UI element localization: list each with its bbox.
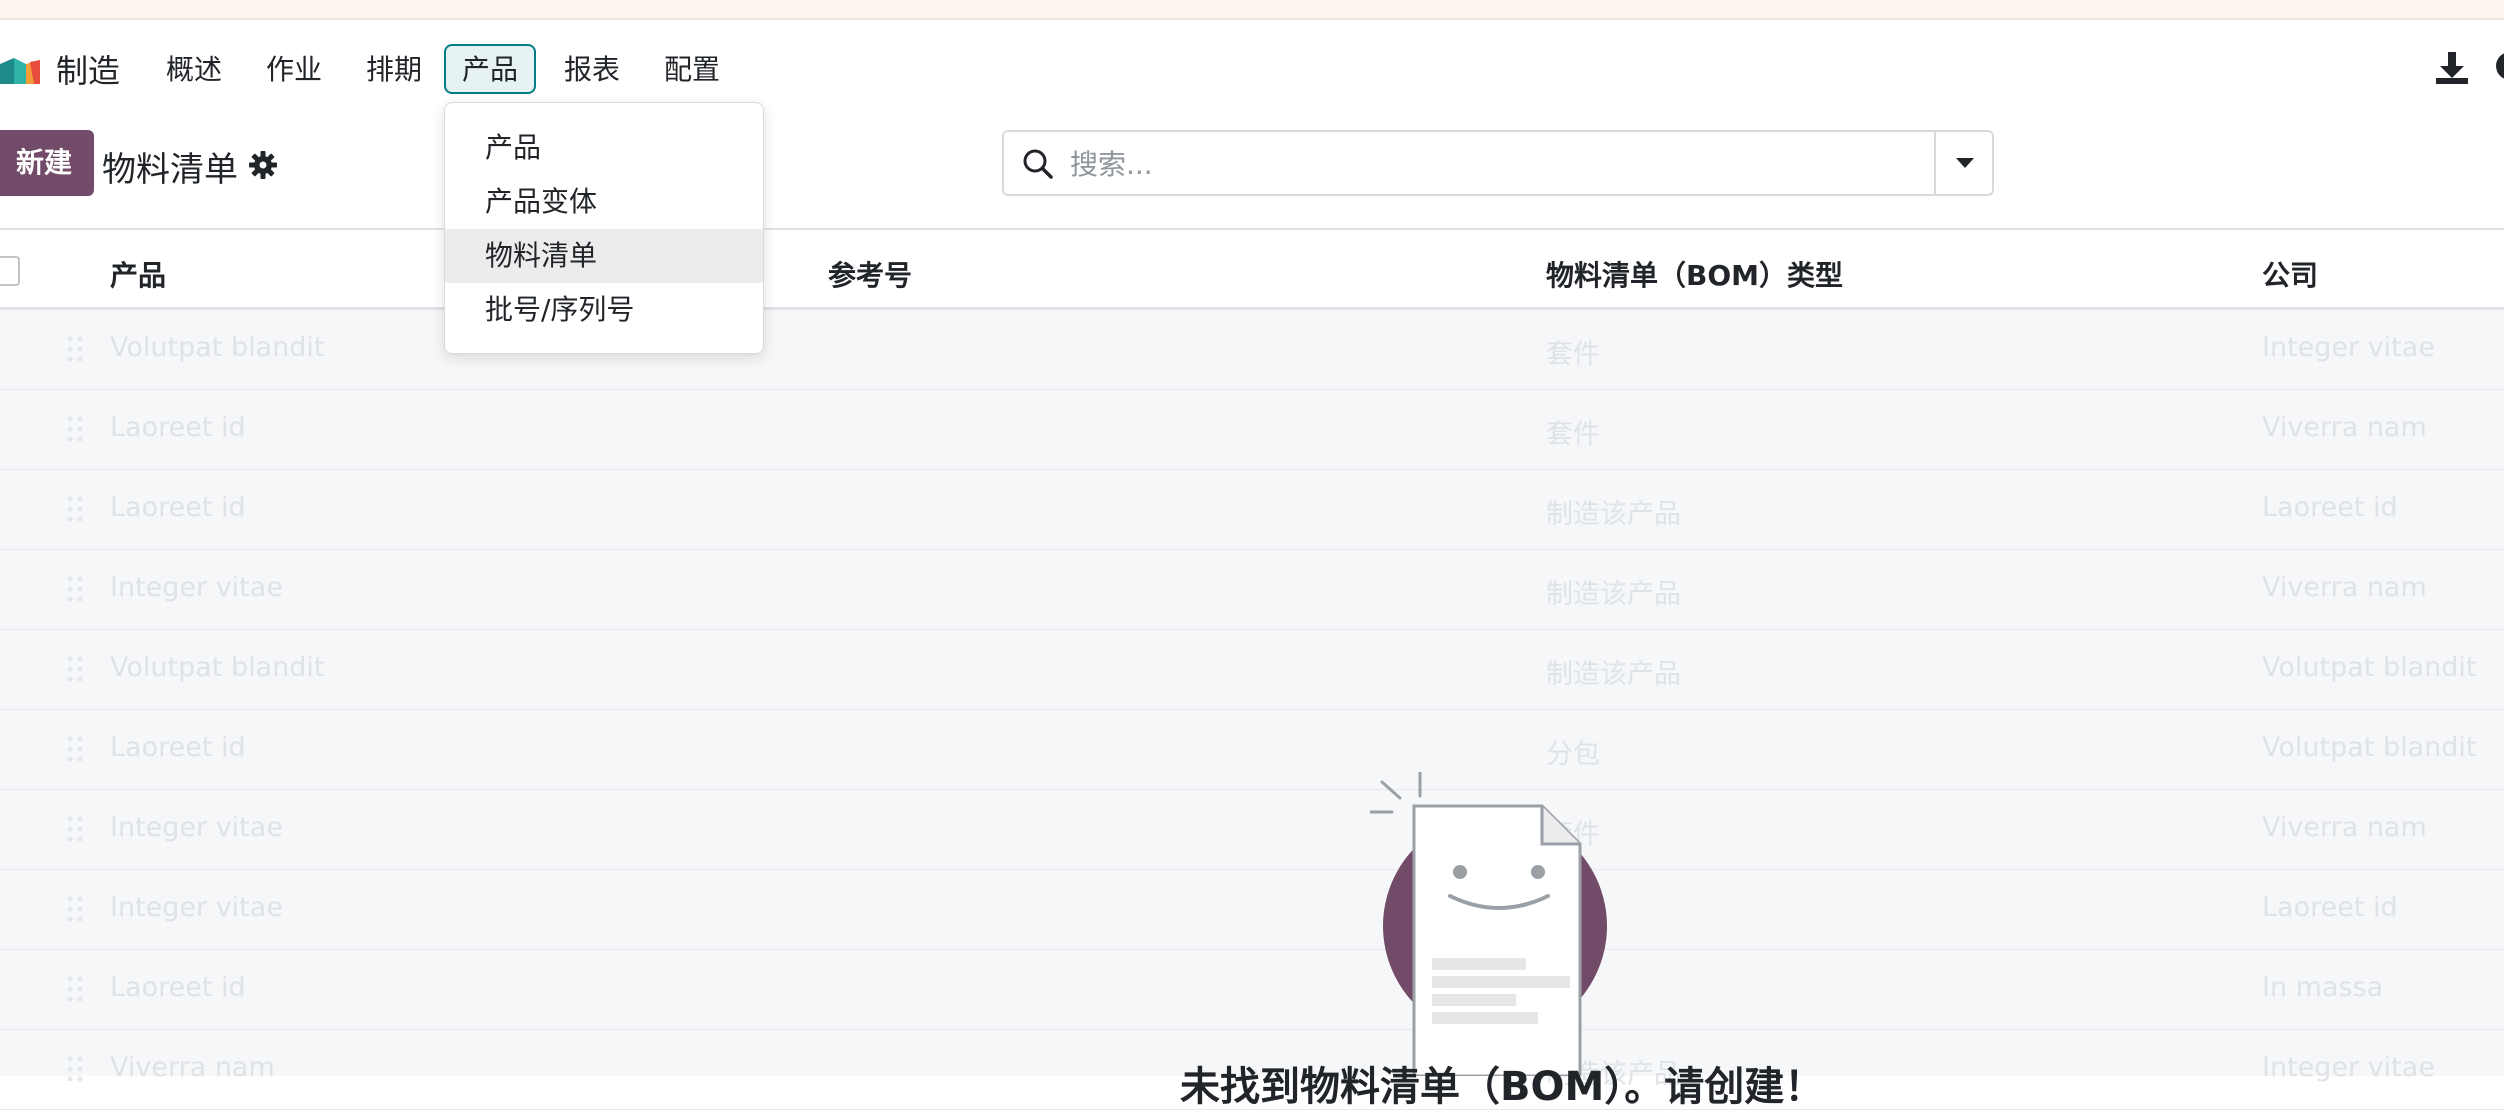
chevron-down-icon: [1956, 158, 1974, 168]
menu-overview[interactable]: 概述: [148, 44, 240, 94]
top-navbar: 制造 概述 作业 排期 产品 报表 配置: [0, 20, 2504, 116]
table-header: 产品 参考号 物料清单（BOM）类型 公司: [0, 228, 2504, 310]
drag-handle-icon[interactable]: [66, 1054, 84, 1084]
table-row[interactable]: Volutpat blandit 套件 Integer vitae: [0, 310, 2504, 390]
cell-company: Viverra nam: [2262, 812, 2427, 843]
drag-handle-icon[interactable]: [66, 574, 84, 604]
table-body: Volutpat blandit 套件 Integer vitae Laoree…: [0, 310, 2504, 1110]
cell-product: Laoreet id: [110, 732, 246, 763]
cell-product: Volutpat blandit: [110, 332, 325, 363]
cell-product: Laoreet id: [110, 972, 246, 1003]
cell-bom-type: 套件: [1546, 339, 1600, 370]
top-banner-strip: [0, 0, 2504, 20]
gear-icon[interactable]: [248, 150, 278, 180]
menu-operations[interactable]: 作业: [248, 44, 340, 94]
manufacturing-app-icon[interactable]: [0, 50, 40, 90]
drag-handle-icon[interactable]: [66, 734, 84, 764]
search-input[interactable]: [1070, 140, 1930, 188]
cell-bom-type: 分包: [1546, 739, 1600, 770]
app-name[interactable]: 制造: [56, 46, 120, 92]
cell-company: Volutpat blandit: [2262, 732, 2477, 763]
cell-product: Laoreet id: [110, 412, 246, 443]
cell-product: Volutpat blandit: [110, 652, 325, 683]
chat-icon[interactable]: [2490, 48, 2504, 88]
drag-handle-icon[interactable]: [66, 894, 84, 924]
cell-product: Viverra nam: [110, 1052, 275, 1083]
cell-company: Volutpat blandit: [2262, 652, 2477, 683]
drag-handle-icon[interactable]: [66, 974, 84, 1004]
new-button[interactable]: 新建: [0, 130, 94, 196]
dropdown-item-products[interactable]: 产品: [445, 121, 763, 175]
drag-handle-icon[interactable]: [66, 334, 84, 364]
search-options-toggle[interactable]: [1934, 132, 1992, 194]
search-bar: [1002, 130, 1994, 196]
column-header-bom-type[interactable]: 物料清单（BOM）类型: [1546, 254, 1843, 294]
table-row[interactable]: Laoreet id 分包 Volutpat blandit: [0, 710, 2504, 790]
drag-handle-icon[interactable]: [66, 814, 84, 844]
table-row[interactable]: Integer vitae Laoreet id: [0, 870, 2504, 950]
search-icon: [1023, 149, 1053, 179]
menu-planning[interactable]: 排期: [348, 44, 440, 94]
table-row[interactable]: Integer vitae 制造该产品 Viverra nam: [0, 550, 2504, 630]
cell-bom-type: 套件: [1546, 419, 1600, 450]
control-panel: 新建 物料清单: [0, 116, 2504, 228]
column-header-company[interactable]: 公司: [2262, 254, 2318, 294]
cell-company: In massa: [2262, 972, 2384, 1003]
cell-company: Integer vitae: [2262, 1052, 2435, 1083]
cell-bom-type: 制造该产品: [1546, 659, 1681, 690]
drag-handle-icon[interactable]: [66, 494, 84, 524]
column-header-reference[interactable]: 参考号: [828, 254, 912, 294]
drag-handle-icon[interactable]: [66, 654, 84, 684]
cell-company: Laoreet id: [2262, 892, 2398, 923]
menu-reporting[interactable]: 报表: [546, 44, 638, 94]
table-row[interactable]: Laoreet id 套件 Viverra nam: [0, 390, 2504, 470]
products-dropdown-menu: 产品 产品变体 物料清单 批号/序列号: [444, 102, 764, 354]
table-row[interactable]: Laoreet id In massa: [0, 950, 2504, 1030]
cell-company: Integer vitae: [2262, 332, 2435, 363]
cell-product: Laoreet id: [110, 492, 246, 523]
cell-company: Laoreet id: [2262, 492, 2398, 523]
cell-product: Integer vitae: [110, 812, 283, 843]
menu-configuration[interactable]: 配置: [646, 44, 738, 94]
select-all-checkbox[interactable]: [0, 256, 20, 286]
bom-list-table: 产品 参考号 物料清单（BOM）类型 公司 Volutpat blandit 套…: [0, 228, 2504, 1110]
cell-company: Viverra nam: [2262, 572, 2427, 603]
cell-bom-type: 制造该产品: [1546, 579, 1681, 610]
cell-product: Integer vitae: [110, 572, 283, 603]
dropdown-item-product-variants[interactable]: 产品变体: [445, 175, 763, 229]
cell-bom-type: 制造该产品: [1546, 499, 1681, 530]
table-row[interactable]: Laoreet id 制造该产品 Laoreet id: [0, 470, 2504, 550]
menu-products[interactable]: 产品: [444, 44, 537, 94]
dropdown-item-lots-serial-numbers[interactable]: 批号/序列号: [445, 283, 763, 337]
download-icon[interactable]: [2432, 48, 2472, 88]
empty-state-title: 未找到物料清单（BOM）。请创建！: [1180, 1064, 1825, 1110]
drag-handle-icon[interactable]: [66, 414, 84, 444]
empty-document-illustration: [1370, 772, 1607, 1076]
column-header-product[interactable]: 产品: [110, 254, 166, 294]
cell-company: Viverra nam: [2262, 412, 2427, 443]
page-title[interactable]: 物料清单: [102, 142, 238, 191]
cell-product: Integer vitae: [110, 892, 283, 923]
table-row[interactable]: Integer vitae 套件 Viverra nam: [0, 790, 2504, 870]
table-row[interactable]: Volutpat blandit 制造该产品 Volutpat blandit: [0, 630, 2504, 710]
dropdown-item-bills-of-materials[interactable]: 物料清单: [445, 229, 763, 283]
